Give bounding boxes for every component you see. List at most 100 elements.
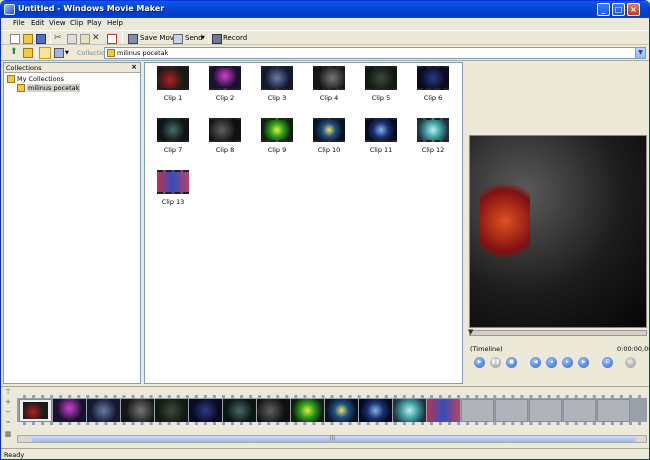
clip-item[interactable]: Clip 13: [155, 170, 191, 206]
storyboard-clip[interactable]: [325, 399, 358, 422]
empty-storyboard-slot[interactable]: [597, 399, 630, 422]
menu-clip[interactable]: Clip: [70, 19, 83, 27]
send-icon[interactable]: [173, 34, 183, 44]
clip-item[interactable]: Clip 5: [363, 66, 399, 102]
close-pane-icon[interactable]: ×: [131, 63, 137, 71]
save-project-icon[interactable]: [36, 34, 46, 44]
storyboard-clip[interactable]: [87, 399, 120, 422]
chevron-down-icon[interactable]: ▼: [635, 48, 645, 58]
send-dropdown-icon[interactable]: ▼: [201, 35, 205, 41]
take-picture-icon[interactable]: ◎: [625, 357, 636, 368]
clip-label: Clip 2: [215, 94, 235, 102]
storyboard-toggle-icon[interactable]: ▦: [3, 430, 13, 439]
cut-icon[interactable]: ✂: [54, 34, 64, 44]
collection-select[interactable]: milinus pocetak ▼: [104, 47, 646, 59]
close-button[interactable]: ×: [627, 3, 640, 16]
previous-frame-icon[interactable]: ◂: [546, 357, 557, 368]
clip-item[interactable]: Clip 7: [155, 118, 191, 154]
clip-item[interactable]: Clip 2: [207, 66, 243, 102]
zoom-in-icon[interactable]: +: [3, 398, 13, 407]
storyboard-clip[interactable]: [291, 399, 324, 422]
seek-thumb-icon[interactable]: ▼: [468, 328, 473, 336]
storyboard-clip[interactable]: [427, 399, 460, 422]
clip-thumbnail: [417, 66, 449, 90]
storyboard-scrollbar[interactable]: |||: [17, 435, 647, 443]
up-level-icon[interactable]: ⬆: [10, 48, 20, 58]
paste-icon[interactable]: [80, 34, 90, 44]
stop-icon[interactable]: ■: [506, 357, 517, 368]
storyboard-clip[interactable]: [257, 399, 290, 422]
save-movie-icon[interactable]: [128, 34, 138, 44]
clip-thumbnail: [157, 170, 189, 194]
record-button[interactable]: Record: [223, 34, 247, 42]
clip-item[interactable]: Clip 6: [415, 66, 451, 102]
pause-icon[interactable]: ❚❚: [490, 357, 501, 368]
seek-bar[interactable]: ▼: [468, 328, 647, 336]
back-icon[interactable]: ◀: [530, 357, 541, 368]
menu-edit[interactable]: Edit: [31, 19, 45, 27]
minimize-button[interactable]: _: [597, 3, 610, 16]
copy-icon[interactable]: [67, 34, 77, 44]
preview-monitor: [469, 135, 647, 328]
menu-file[interactable]: File: [13, 19, 25, 27]
clip-item[interactable]: Clip 8: [207, 118, 243, 154]
contents-pane: Clip 1 Clip 2 Clip 3 Clip 4 Clip 5 Clip …: [144, 62, 463, 384]
clip-item[interactable]: Clip 4: [311, 66, 347, 102]
storyboard-clip[interactable]: [359, 399, 392, 422]
views-dropdown-icon[interactable]: ▼: [65, 50, 69, 56]
clip-label: Clip 7: [163, 146, 183, 154]
forward-icon[interactable]: ▶: [578, 357, 589, 368]
send-button[interactable]: Send: [185, 34, 203, 42]
zoom-out-icon[interactable]: −: [3, 408, 13, 417]
clip-item[interactable]: Clip 1: [155, 66, 191, 102]
collections-toggle-icon[interactable]: [39, 47, 51, 59]
record-icon[interactable]: [212, 34, 222, 44]
menu-help[interactable]: Help: [107, 19, 123, 27]
new-project-icon[interactable]: [10, 34, 20, 44]
storyboard-clip[interactable]: [53, 399, 86, 422]
menu-view[interactable]: View: [49, 19, 66, 27]
clip-item[interactable]: Clip 10: [311, 118, 347, 154]
clip-thumbnail: [157, 118, 189, 142]
storyboard-clip[interactable]: [155, 399, 188, 422]
status-bar: Ready: [1, 448, 649, 459]
clip-label: Clip 10: [317, 146, 341, 154]
clip-item[interactable]: Clip 3: [259, 66, 295, 102]
menu-play[interactable]: Play: [87, 19, 102, 27]
clip-label: Clip 12: [421, 146, 445, 154]
play-icon[interactable]: ▶: [474, 357, 485, 368]
storyboard-clip[interactable]: [393, 399, 426, 422]
empty-storyboard-slot[interactable]: [495, 399, 528, 422]
clip-label: Clip 4: [319, 94, 339, 102]
maximize-button[interactable]: □: [612, 3, 625, 16]
new-collection-icon[interactable]: [23, 48, 33, 58]
open-project-icon[interactable]: [23, 34, 33, 44]
empty-storyboard-slot[interactable]: [529, 399, 562, 422]
next-frame-icon[interactable]: ▸: [562, 357, 573, 368]
timeline-toggle-icon[interactable]: ⊤: [3, 388, 13, 397]
delete-icon[interactable]: ✕: [92, 34, 102, 44]
collection-toolbar: ⬆ ▼ Collection milinus pocetak ▼: [1, 45, 649, 61]
storyboard-clip[interactable]: [121, 399, 154, 422]
storyboard-clip[interactable]: [19, 399, 52, 422]
folder-icon: [7, 75, 15, 83]
title-bar[interactable]: Untitled - Windows Movie Maker _ □ ×: [1, 1, 649, 18]
clip-thumbnail: [209, 118, 241, 142]
empty-storyboard-slot[interactable]: [461, 399, 494, 422]
record-narration-icon[interactable]: ⌁: [3, 418, 13, 427]
storyboard-filmstrip[interactable]: [17, 395, 647, 425]
clip-item[interactable]: Clip 11: [363, 118, 399, 154]
clip-item[interactable]: Clip 12: [415, 118, 451, 154]
views-icon[interactable]: [54, 48, 64, 58]
scrollbar-thumb[interactable]: |||: [32, 435, 636, 442]
storyboard-clip[interactable]: [189, 399, 222, 422]
storyboard-clip[interactable]: [223, 399, 256, 422]
empty-storyboard-slot[interactable]: [563, 399, 596, 422]
properties-icon[interactable]: [107, 34, 117, 44]
app-window: Untitled - Windows Movie Maker _ □ × Fil…: [0, 0, 650, 460]
full-screen-icon[interactable]: ⊡: [602, 357, 613, 368]
toolbar-separator: [36, 48, 37, 59]
clip-item[interactable]: Clip 9: [259, 118, 295, 154]
tree-item-collection[interactable]: milinus pocetak: [27, 84, 81, 92]
tree-item-my-collections[interactable]: My Collections: [17, 75, 64, 83]
